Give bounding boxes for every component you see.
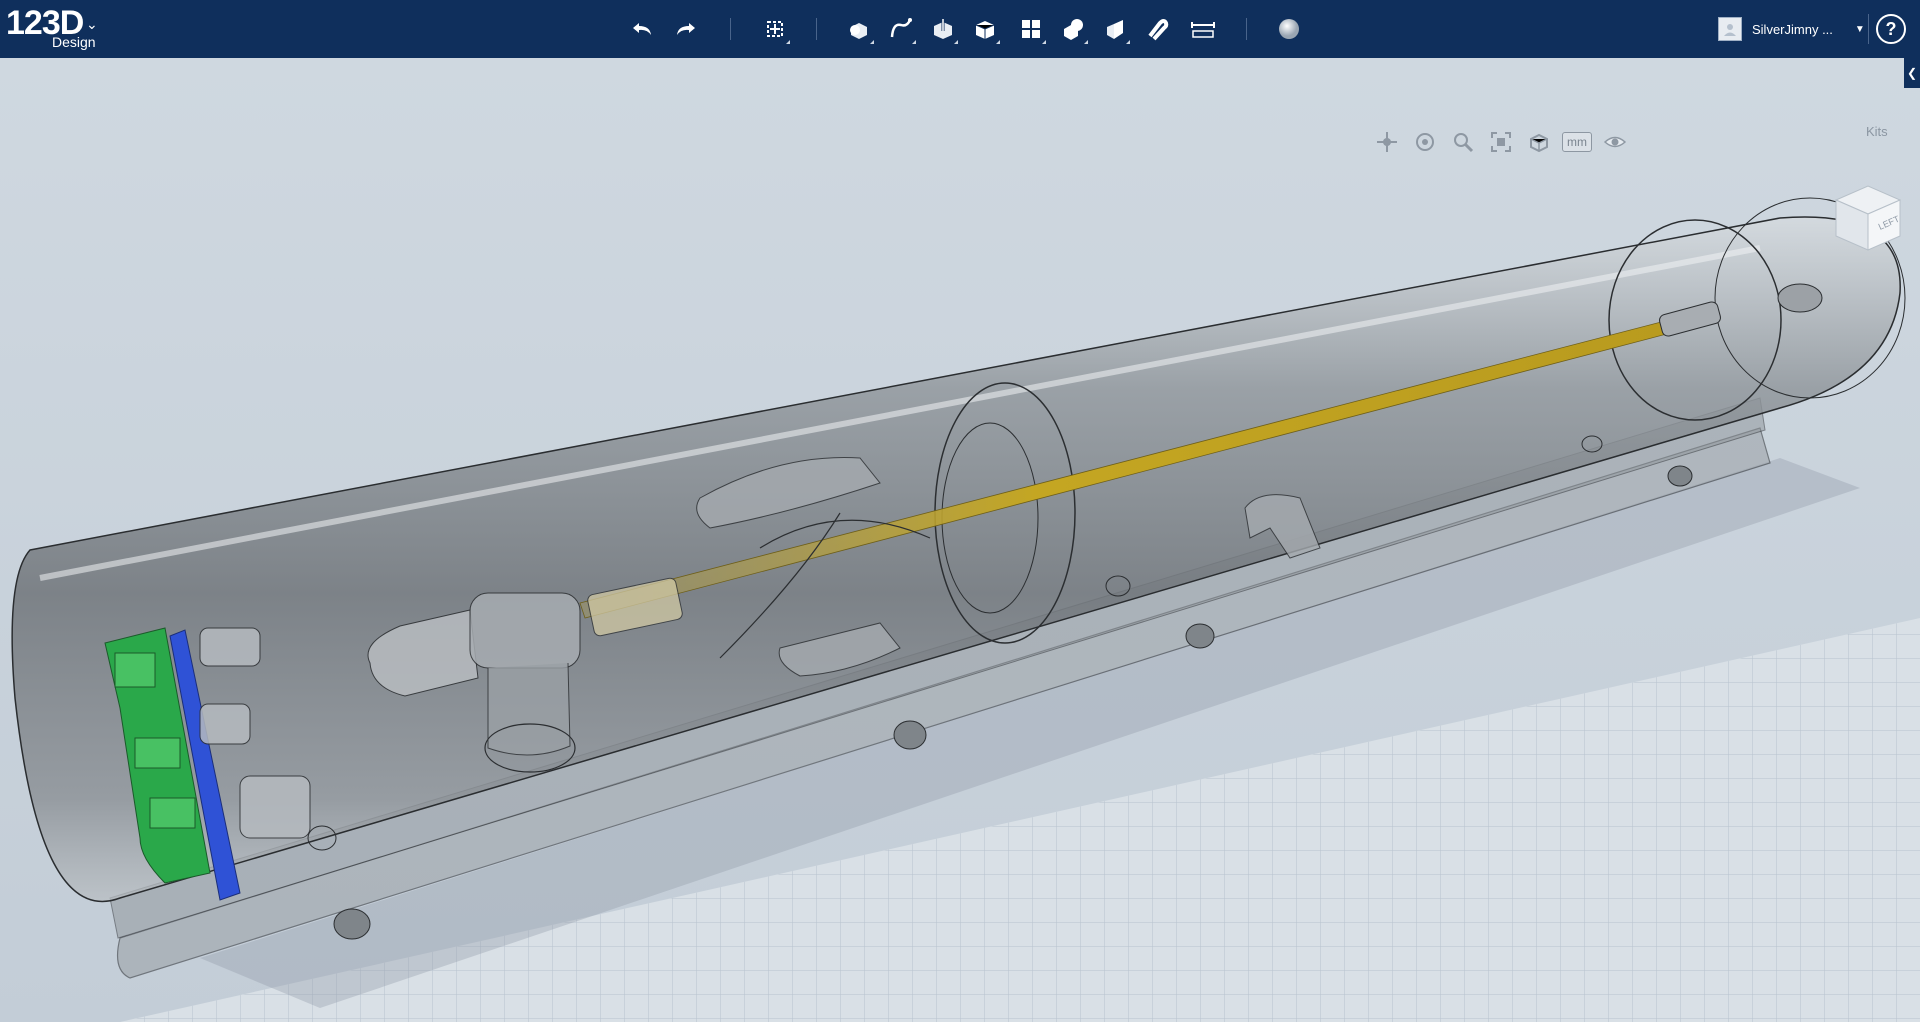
pan-icon (1377, 132, 1397, 152)
submenu-indicator (1042, 40, 1046, 44)
submenu-indicator (954, 40, 958, 44)
transform-icon (767, 21, 783, 37)
fit-icon (1491, 132, 1511, 152)
transform-button[interactable] (758, 12, 792, 46)
chevron-down-icon: ⌄ (86, 16, 98, 32)
orbit-icon (1416, 133, 1434, 151)
view-cube-icon: LEFT (1834, 185, 1901, 251)
construct-icon (934, 19, 952, 39)
user-menu[interactable]: SilverJimny ... ▼ (1718, 16, 1865, 42)
visibility-button[interactable] (1600, 128, 1630, 156)
primitives-icon (850, 23, 867, 39)
visibility-icon (1603, 136, 1627, 148)
snap-icon (1148, 19, 1169, 41)
kits-label[interactable]: Kits (1866, 124, 1888, 139)
3d-viewport[interactable]: mm Kits LEFT (0, 58, 1920, 1022)
sketch-button[interactable] (884, 12, 918, 46)
redo-icon (677, 23, 695, 35)
user-name: SilverJimny ... (1752, 21, 1833, 37)
help-button[interactable]: ? (1876, 14, 1906, 44)
grouping-icon (1064, 19, 1083, 40)
grouping-button[interactable] (1056, 12, 1090, 46)
avatar (1718, 17, 1742, 41)
measure-icon (1191, 22, 1215, 38)
undo-button[interactable] (626, 12, 660, 46)
board-component (149, 797, 196, 829)
end-cap-hole (1777, 283, 1823, 313)
sketch-icon (890, 18, 912, 38)
kits-panel-toggle[interactable]: ❮ (1904, 58, 1920, 88)
tee-stem (487, 662, 571, 756)
connector-bottom (239, 775, 311, 839)
navigation-bar: mm (1372, 128, 1630, 156)
toolbar-separator (730, 18, 731, 40)
toolbar-separator (1246, 18, 1247, 40)
app-logo-menu[interactable]: 123D Design ⌄ (6, 4, 106, 54)
zoom-button[interactable] (1448, 128, 1478, 156)
tee-fitting (469, 592, 581, 669)
material-icon (1279, 19, 1299, 39)
submenu-indicator (870, 40, 874, 44)
pattern-icon (1022, 20, 1040, 38)
zoom-icon (1454, 133, 1474, 153)
unit-badge: mm (1562, 132, 1592, 152)
connector-top (199, 627, 261, 667)
submenu-indicator (912, 40, 916, 44)
undo-icon (633, 23, 651, 35)
snap-button[interactable] (1140, 12, 1174, 46)
board-component (114, 652, 156, 688)
submenu-indicator (1084, 40, 1088, 44)
combine-button[interactable] (1098, 12, 1132, 46)
measure-button[interactable] (1186, 12, 1220, 46)
view-mode-button[interactable] (1524, 128, 1554, 156)
construct-button[interactable] (926, 12, 960, 46)
view-icon (1530, 133, 1548, 153)
submenu-indicator (1126, 40, 1130, 44)
primitives-button[interactable] (842, 12, 876, 46)
submenu-indicator (996, 40, 1000, 44)
submenu-indicator (786, 40, 790, 44)
toolbar-separator (1868, 14, 1869, 44)
redo-button[interactable] (668, 12, 702, 46)
top-toolbar: 123D Design ⌄ SilverJimny ... ▼ ? (0, 0, 1920, 58)
board-component (134, 737, 181, 769)
unit-button[interactable]: mm (1562, 128, 1592, 156)
connector-middle (199, 703, 251, 745)
logo-sub: Design (52, 34, 96, 50)
material-button[interactable] (1272, 12, 1306, 46)
modify-button[interactable] (968, 12, 1002, 46)
scene-canvas[interactable] (0, 58, 1920, 1022)
pattern-button[interactable] (1014, 12, 1048, 46)
view-cube[interactable]: LEFT (1828, 178, 1908, 258)
orbit-button[interactable] (1410, 128, 1440, 156)
combine-icon (1107, 20, 1123, 39)
toolbar-separator (816, 18, 817, 40)
user-icon (1724, 24, 1736, 36)
modify-icon (975, 21, 995, 39)
pan-button[interactable] (1372, 128, 1402, 156)
fit-button[interactable] (1486, 128, 1516, 156)
dropdown-arrow-icon: ▼ (1854, 23, 1865, 35)
